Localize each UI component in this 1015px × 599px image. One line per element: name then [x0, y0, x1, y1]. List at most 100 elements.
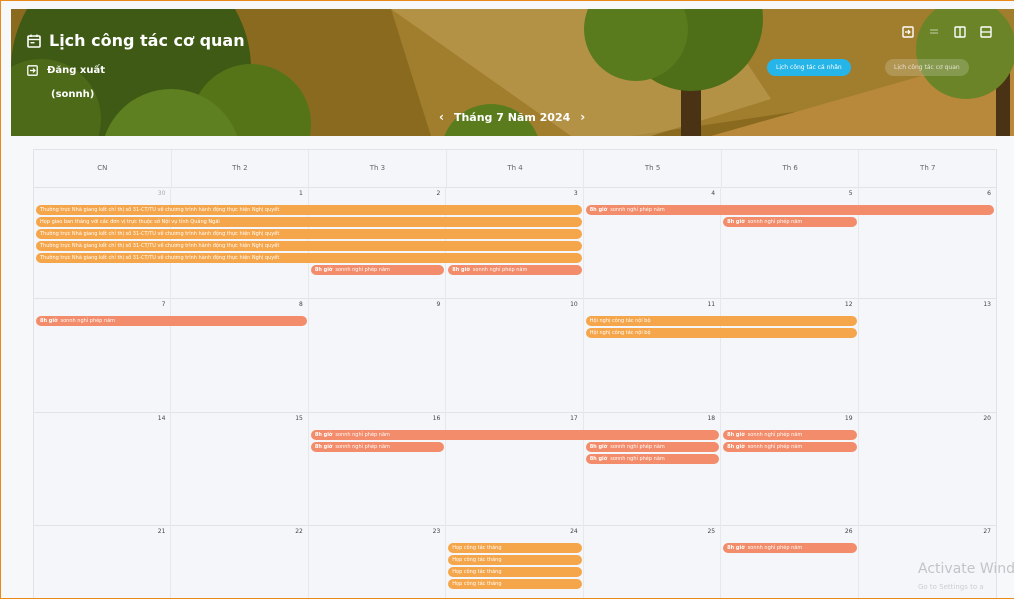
- weekday-header-row: CN Th 2 Th 3 Th 4 Th 5 Th 6 Th 7: [34, 150, 996, 188]
- calendar-event[interactable]: Hội nghị công tác nội bộ: [585, 328, 857, 338]
- day-number: 27: [983, 528, 991, 535]
- day-number: 15: [295, 415, 303, 422]
- day-number: 12: [844, 301, 853, 308]
- day-cell[interactable]: 26: [721, 525, 859, 598]
- day-number: 23: [432, 528, 441, 535]
- event-title: Hội nghị công tác nội bộ: [589, 330, 651, 336]
- day-number: 4: [711, 190, 716, 197]
- day-number: 18: [707, 415, 716, 422]
- calendar-week: 21 22 23 24 25 26 27 Họp công tác tháng Họp công…: [34, 525, 996, 598]
- app-frame: Lịch công tác cơ quan Đăng xuất (sonnh) …: [0, 0, 1014, 599]
- calendar-event[interactable]: Họp giao ban tháng với các đơn vị trực t…: [36, 217, 582, 227]
- prev-month-icon[interactable]: ‹: [439, 110, 444, 124]
- view-switcher: [902, 26, 992, 38]
- day-cell[interactable]: 21: [34, 525, 172, 598]
- calendar-event[interactable]: Thường trực Nhà giang kết chỉ thị số 31-…: [36, 241, 582, 251]
- day-number: 17: [570, 415, 578, 422]
- day-number: 7: [161, 301, 166, 308]
- event-time: 8h giờ: [727, 219, 745, 225]
- day-cell[interactable]: 15: [171, 412, 309, 525]
- day-cell[interactable]: 23: [309, 525, 447, 598]
- calendar-event[interactable]: 8h giờ sonnh nghỉ phép năm: [723, 442, 857, 452]
- event-title: Họp công tác tháng: [452, 557, 502, 563]
- event-title: sonnh nghỉ phép năm: [335, 444, 390, 450]
- day-number: 21: [157, 528, 166, 535]
- day-cell[interactable]: 16: [309, 412, 447, 525]
- event-title: sonnh nghỉ phép năm: [747, 432, 803, 438]
- activate-windows-hint: Go to Settings to a: [918, 583, 984, 591]
- login-icon[interactable]: [902, 26, 914, 38]
- calendar-event[interactable]: Họp công tác tháng: [448, 579, 582, 589]
- header-banner: Lịch công tác cơ quan Đăng xuất (sonnh) …: [11, 9, 1014, 136]
- calendar-event[interactable]: Họp công tác tháng: [448, 567, 582, 577]
- week-view-icon[interactable]: [954, 26, 966, 38]
- day-cell[interactable]: 20: [859, 412, 996, 525]
- org-calendar-button[interactable]: Lịch công tác cơ quan: [885, 59, 969, 76]
- calendar-event[interactable]: Thường trực Nhà giang kết chỉ thị số 31-…: [36, 253, 582, 263]
- day-cell[interactable]: 13: [859, 298, 996, 412]
- day-number: 9: [436, 301, 441, 308]
- day-cell[interactable]: 25: [584, 525, 722, 598]
- day-number: 24: [570, 528, 578, 535]
- day-number: 1: [299, 190, 303, 197]
- event-time: 8h giờ: [589, 207, 608, 213]
- weekday-header: Th 6: [722, 150, 860, 187]
- calendar-event[interactable]: Thường trực Nhà giang kết chỉ thị số 31-…: [36, 205, 582, 215]
- calendar-event[interactable]: Hội nghị công tác nội bộ: [585, 316, 857, 326]
- day-number: 10: [570, 301, 578, 308]
- event-title: Họp công tác tháng: [452, 545, 502, 551]
- personal-calendar-button[interactable]: Lịch công tác cá nhân: [767, 59, 851, 76]
- logout-icon: [27, 65, 38, 76]
- day-number: 11: [707, 301, 716, 308]
- event-title: sonnh nghỉ phép năm: [747, 545, 803, 551]
- weekday-header: Th 2: [172, 150, 310, 187]
- calendar-week: 30 1 2 3 4 5 6 Thường trực Nhà giang kết chỉ th…: [34, 187, 996, 299]
- calendar-event[interactable]: 8h giờ sonnh nghỉ phép năm: [310, 430, 720, 440]
- day-cell[interactable]: 6: [859, 187, 996, 298]
- calendar-event[interactable]: 8h giờ sonnh nghỉ phép năm: [310, 265, 445, 275]
- event-title: sonnh nghỉ phép năm: [610, 444, 665, 450]
- calendar-event[interactable]: Thường trực Nhà giang kết chỉ thị số 31-…: [36, 229, 582, 239]
- list-view-icon[interactable]: [928, 26, 940, 38]
- event-title: Hội nghị công tác nội bộ: [589, 318, 651, 324]
- calendar-event[interactable]: 8h giờ sonnh nghỉ phép năm: [448, 265, 582, 275]
- day-cell[interactable]: 19: [721, 412, 859, 525]
- day-cell[interactable]: 22: [171, 525, 309, 598]
- event-time: 8h giờ: [314, 444, 333, 450]
- weekday-header: Th 7: [920, 164, 936, 172]
- event-title: sonnh nghỉ phép năm: [472, 267, 528, 273]
- calendar-event[interactable]: 8h giờ sonnh nghỉ phép năm: [585, 454, 720, 464]
- calendar-event[interactable]: 8h giờ sonnh nghỉ phép năm: [723, 217, 857, 227]
- event-title: sonnh nghỉ phép năm: [610, 456, 665, 462]
- calendar-event[interactable]: 8h giờ sonnh nghỉ phép năm: [585, 442, 720, 452]
- activate-windows-watermark: Activate Wind: [918, 561, 1014, 577]
- day-number: 3: [573, 190, 578, 197]
- day-number: 16: [432, 415, 441, 422]
- day-cell[interactable]: 4: [584, 187, 722, 298]
- next-month-icon[interactable]: ›: [580, 110, 585, 124]
- day-number: 5: [848, 190, 853, 197]
- calendar-event[interactable]: 8h giờ sonnh nghỉ phép năm: [36, 316, 307, 326]
- day-cell[interactable]: 10: [446, 298, 584, 412]
- day-cell[interactable]: 9: [309, 298, 447, 412]
- calendar-event[interactable]: 8h giờ sonnh nghỉ phép năm: [585, 205, 994, 215]
- event-title: sonnh nghỉ phép năm: [610, 207, 665, 213]
- day-cell[interactable]: 18: [584, 412, 722, 525]
- calendar-event[interactable]: 8h giờ sonnh nghỉ phép năm: [723, 430, 857, 440]
- calendar-event[interactable]: Họp công tác tháng: [448, 543, 582, 553]
- day-cell[interactable]: 17: [446, 412, 584, 525]
- event-title: sonnh nghỉ phép năm: [335, 267, 390, 273]
- day-cell[interactable]: 14: [34, 412, 172, 525]
- event-title: sonnh nghỉ phép năm: [747, 219, 803, 225]
- event-time: 8h giờ: [589, 456, 608, 462]
- weekday-header: Th 5: [584, 150, 722, 187]
- month-view-icon[interactable]: [980, 26, 992, 38]
- day-cell[interactable]: 5: [721, 187, 859, 298]
- day-number: 19: [844, 415, 853, 422]
- calendar-event[interactable]: 8h giờ sonnh nghỉ phép năm: [723, 543, 857, 553]
- calendar-event[interactable]: 8h giờ sonnh nghỉ phép năm: [310, 442, 445, 452]
- event-time: 8h giờ: [727, 444, 745, 450]
- calendar-event[interactable]: Họp công tác tháng: [448, 555, 582, 565]
- day-number: 2: [436, 190, 441, 197]
- logout-button[interactable]: Đăng xuất: [27, 65, 105, 76]
